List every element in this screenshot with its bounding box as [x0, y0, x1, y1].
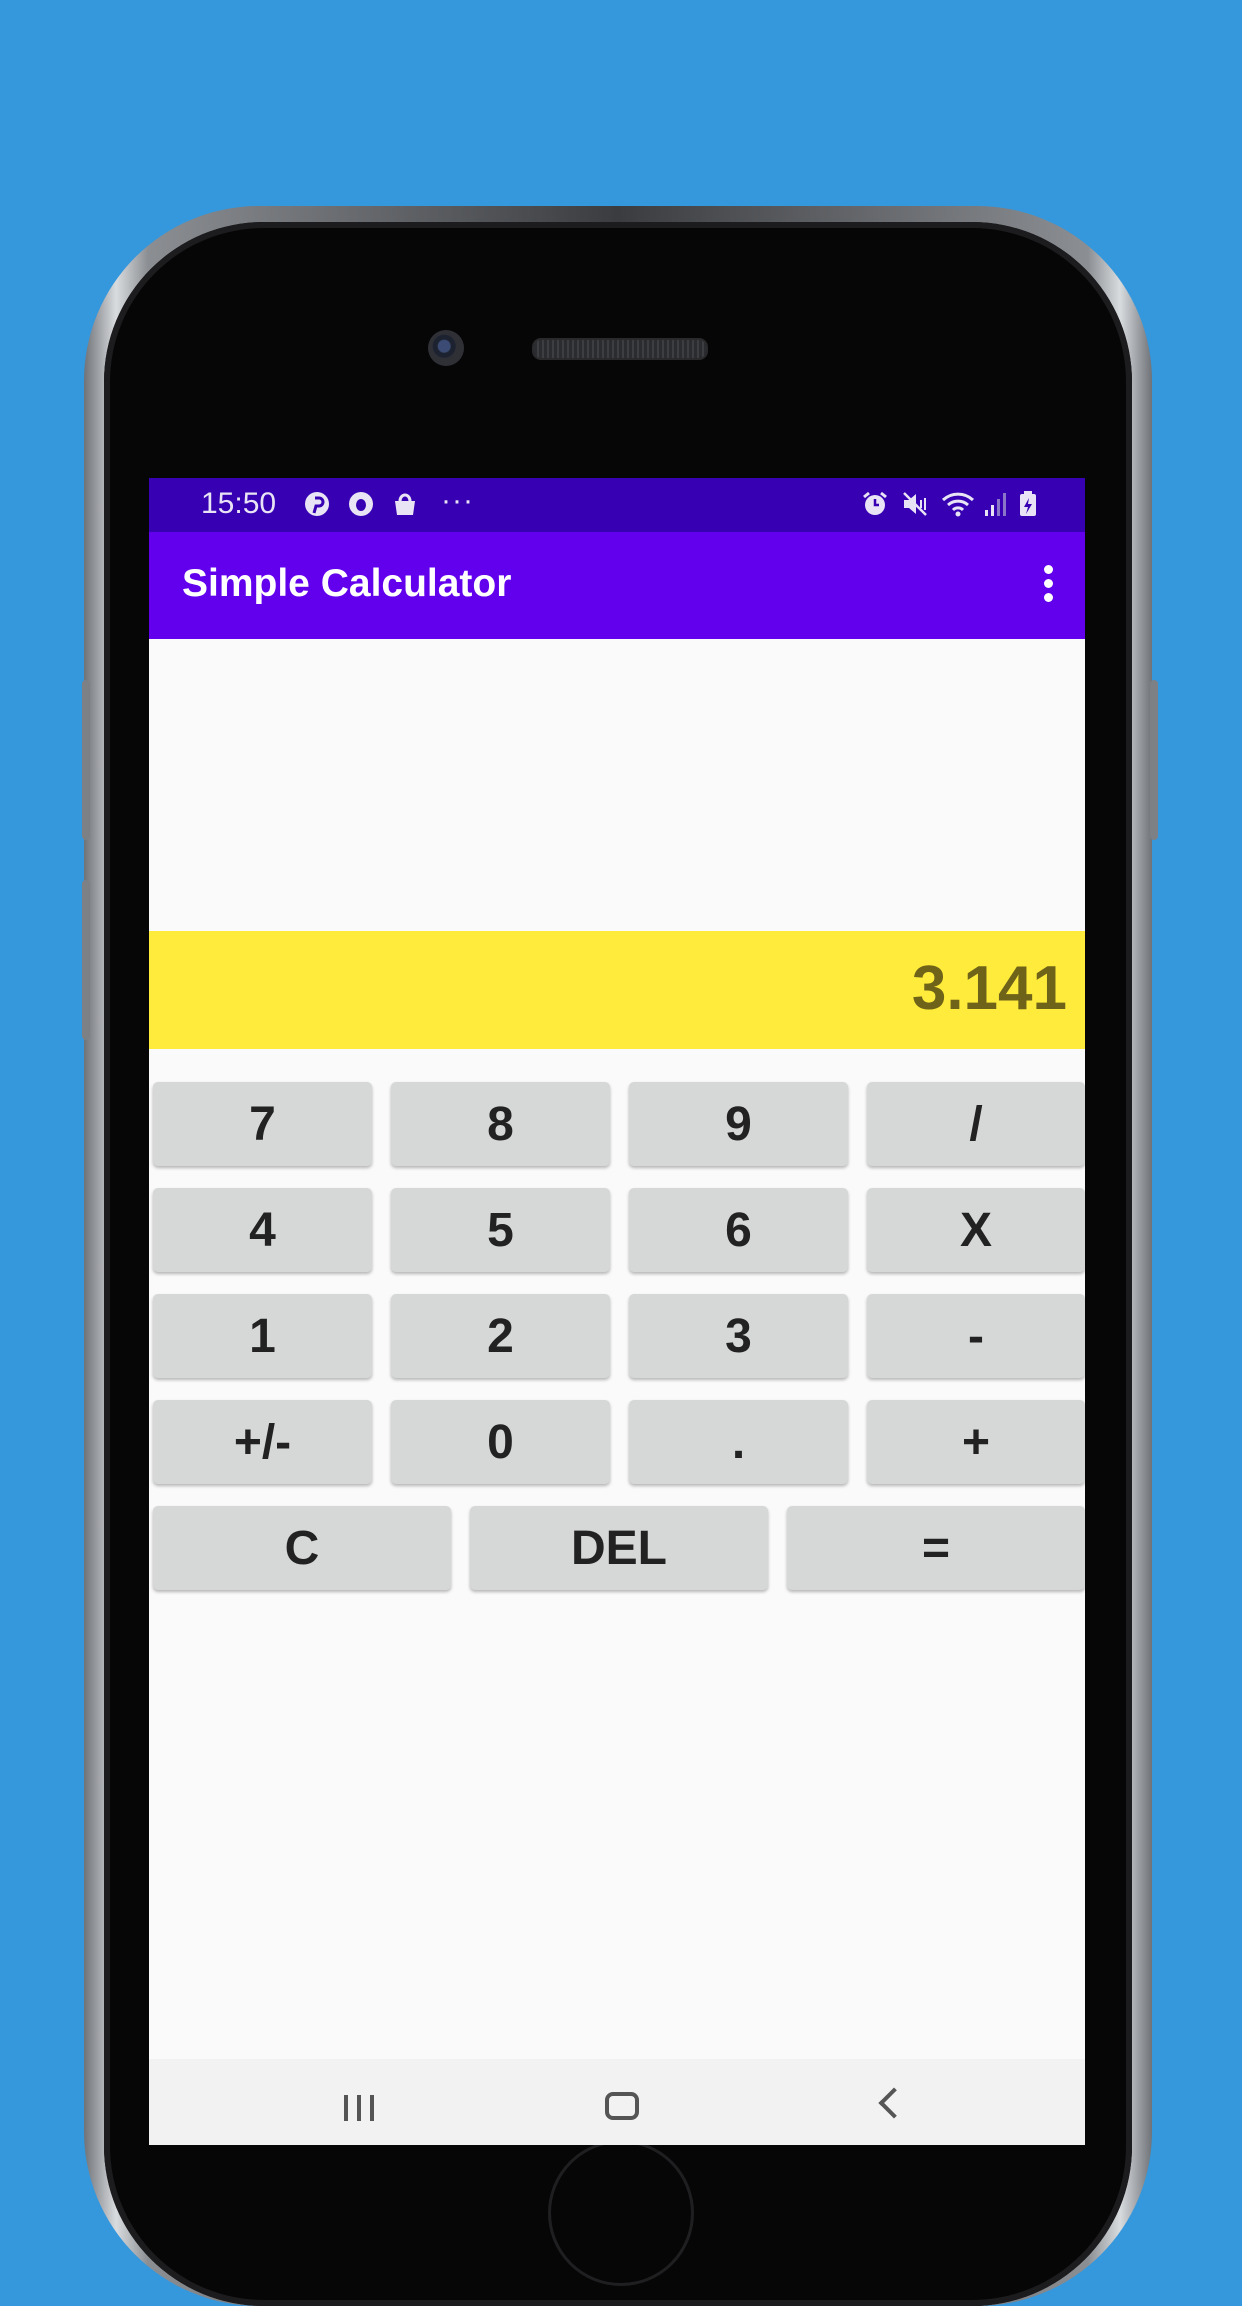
key-0[interactable]: 0: [391, 1400, 610, 1484]
mute-icon: [903, 492, 927, 516]
key-subtract[interactable]: -: [867, 1294, 1085, 1378]
result-value: 3.141: [911, 954, 1067, 1023]
key-negate[interactable]: +/-: [153, 1400, 372, 1484]
volume-button: [82, 680, 90, 840]
app-screen: 15:50 ··· Simple Calculator 3.141 7 8 9 …: [149, 478, 1085, 2145]
key-clear[interactable]: C: [153, 1506, 451, 1590]
result-display: 3.141: [149, 931, 1085, 1049]
key-divide[interactable]: /: [867, 1082, 1085, 1166]
shopping-bag-icon: [395, 493, 415, 515]
navigation-bar: [149, 2059, 1085, 2145]
battery-charging-icon: [1020, 491, 1036, 516]
earpiece-speaker: [532, 338, 708, 360]
key-3[interactable]: 3: [629, 1294, 848, 1378]
alarm-icon: [863, 491, 887, 515]
more-notifications-icon: ···: [441, 484, 474, 517]
key-multiply[interactable]: X: [867, 1188, 1085, 1272]
key-8[interactable]: 8: [391, 1082, 610, 1166]
recents-icon[interactable]: [342, 2095, 376, 2121]
key-delete[interactable]: DEL: [470, 1506, 768, 1590]
home-icon[interactable]: [605, 2092, 639, 2120]
more-vert-icon[interactable]: [1043, 565, 1055, 607]
power-button: [1150, 680, 1158, 840]
key-4[interactable]: 4: [153, 1188, 372, 1272]
pinterest-icon: [305, 492, 329, 516]
status-bar: 15:50 ···: [149, 478, 1085, 532]
opera-icon: [349, 492, 373, 516]
wifi-icon: [941, 492, 975, 517]
key-6[interactable]: 6: [629, 1188, 848, 1272]
status-time: 15:50: [201, 487, 277, 520]
key-7[interactable]: 7: [153, 1082, 372, 1166]
home-button-ring: [548, 2140, 694, 2286]
key-9[interactable]: 9: [629, 1082, 848, 1166]
key-1[interactable]: 1: [153, 1294, 372, 1378]
key-2[interactable]: 2: [391, 1294, 610, 1378]
volume-button: [82, 880, 90, 1040]
key-5[interactable]: 5: [391, 1188, 610, 1272]
app-bar: Simple Calculator: [149, 532, 1085, 639]
app-title: Simple Calculator: [182, 562, 512, 605]
signal-icon: [985, 493, 1006, 516]
key-equals[interactable]: =: [787, 1506, 1085, 1590]
front-camera: [428, 330, 464, 366]
key-decimal[interactable]: .: [629, 1400, 848, 1484]
back-icon[interactable]: [878, 2087, 910, 2119]
key-add[interactable]: +: [867, 1400, 1085, 1484]
expression-display: [149, 639, 1085, 931]
